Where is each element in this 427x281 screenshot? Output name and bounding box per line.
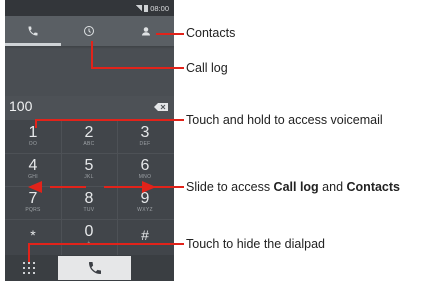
bottom-bar xyxy=(5,255,174,281)
call-button[interactable] xyxy=(58,256,131,280)
battery-icon xyxy=(144,5,149,12)
annotation-contacts: Contacts xyxy=(186,26,236,40)
key-0[interactable]: 0 + xyxy=(61,219,117,255)
key-5[interactable]: 5 JKL xyxy=(61,153,117,189)
annotation-slide: Slide to access Call log and Contacts xyxy=(186,180,400,194)
key-3[interactable]: 3 DEF xyxy=(117,120,173,156)
key-star[interactable]: * xyxy=(5,219,61,255)
annotation-call-log: Call log xyxy=(186,61,228,75)
tab-dialer[interactable] xyxy=(5,16,61,46)
number-display: 100 xyxy=(5,96,174,120)
phone-icon xyxy=(28,26,38,36)
status-time: 08:00 xyxy=(150,4,169,13)
key-9[interactable]: 9 WXYZ xyxy=(117,186,173,222)
key-1[interactable]: 1 OO xyxy=(5,120,61,156)
key-4[interactable]: 4 GHI xyxy=(5,153,61,189)
annotation-voicemail: Touch and hold to access voicemail xyxy=(186,113,383,127)
key-hash[interactable]: # xyxy=(117,219,173,255)
dialer-tabs xyxy=(5,16,174,46)
phone-icon xyxy=(88,262,101,274)
key-6[interactable]: 6 MNO xyxy=(117,153,173,189)
signal-icon xyxy=(136,5,143,11)
key-2[interactable]: 2 ABC xyxy=(61,120,117,156)
dialer-screen: 08:00 100 1 OO 2 ABC 3 DEF 4 GHI 5 JKL 6 MNO 7… xyxy=(5,0,174,281)
dialed-number: 100 xyxy=(9,98,33,114)
recent-calls-area xyxy=(5,46,174,96)
key-8[interactable]: 8 TUV xyxy=(61,186,117,222)
dialpad: 1 OO 2 ABC 3 DEF 4 GHI 5 JKL 6 MNO 7 PQRS 8 TUV … xyxy=(5,120,174,255)
backspace-icon[interactable] xyxy=(154,103,168,111)
clock-icon xyxy=(84,26,94,36)
tab-contacts[interactable] xyxy=(117,16,174,46)
dialpad-toggle-icon[interactable] xyxy=(23,262,35,274)
status-bar: 08:00 xyxy=(5,0,174,16)
key-7[interactable]: 7 PQRS xyxy=(5,186,61,222)
annotation-hide-dialpad: Touch to hide the dialpad xyxy=(186,237,325,251)
contact-icon xyxy=(141,27,150,36)
tab-call-log[interactable] xyxy=(61,16,117,46)
